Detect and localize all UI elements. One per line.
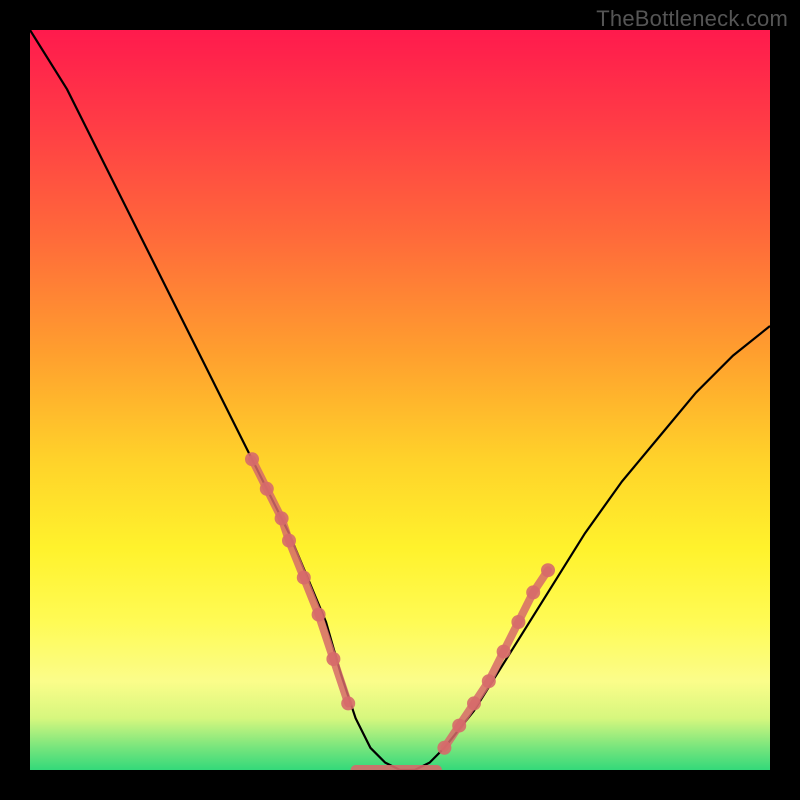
data-point-left — [275, 511, 289, 525]
data-point-right — [511, 615, 525, 629]
chart-frame: TheBottleneck.com — [0, 0, 800, 800]
data-point-right — [526, 585, 540, 599]
data-point-left — [245, 452, 259, 466]
bottleneck-curve — [30, 30, 770, 770]
data-point-right — [482, 674, 496, 688]
data-point-left — [341, 696, 355, 710]
plot-area — [30, 30, 770, 770]
data-point-left — [282, 534, 296, 548]
data-point-left — [312, 608, 326, 622]
data-point-right — [437, 741, 451, 755]
data-point-left — [260, 482, 274, 496]
data-point-right — [497, 645, 511, 659]
data-point-left — [326, 652, 340, 666]
data-point-right — [452, 719, 466, 733]
data-point-left — [297, 571, 311, 585]
watermark-text: TheBottleneck.com — [596, 6, 788, 32]
main-curve — [30, 30, 770, 770]
data-point-right — [467, 696, 481, 710]
data-point-right — [541, 563, 555, 577]
